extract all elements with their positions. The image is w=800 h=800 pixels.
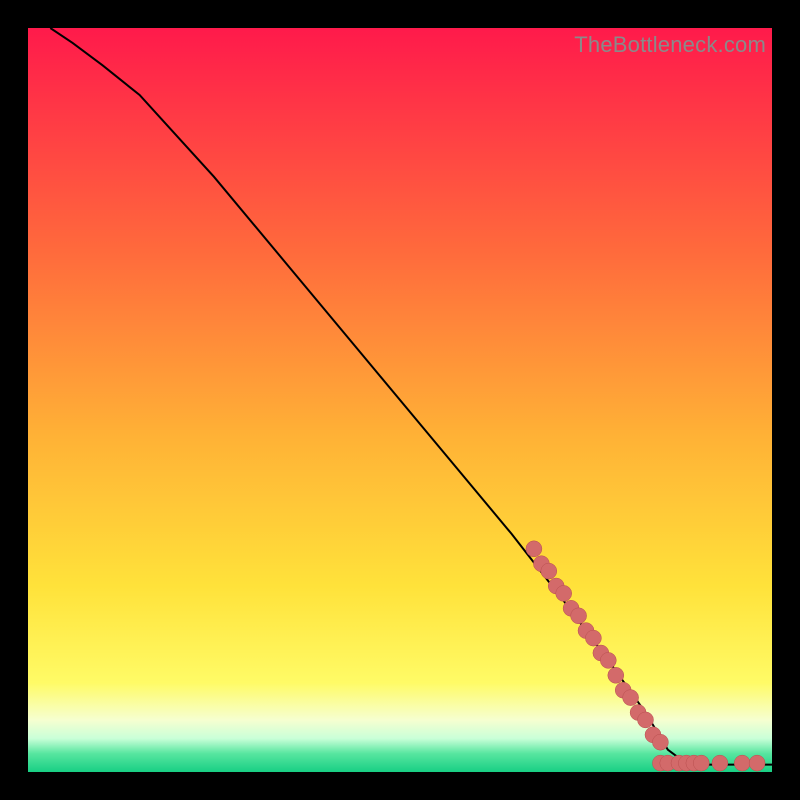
data-point xyxy=(608,667,624,683)
data-point xyxy=(541,563,557,579)
plot-area: TheBottleneck.com xyxy=(28,28,772,772)
data-point xyxy=(571,608,587,624)
data-point xyxy=(623,690,639,706)
data-point xyxy=(585,630,601,646)
data-point xyxy=(693,755,709,771)
data-point xyxy=(556,585,572,601)
chart-frame: TheBottleneck.com xyxy=(0,0,800,800)
data-point xyxy=(734,755,750,771)
data-point xyxy=(652,734,668,750)
data-point xyxy=(600,652,616,668)
data-point xyxy=(638,712,654,728)
main-curve xyxy=(50,28,772,765)
chart-overlay xyxy=(28,28,772,772)
scatter-flat xyxy=(652,755,765,771)
data-point xyxy=(749,755,765,771)
watermark-text: TheBottleneck.com xyxy=(574,32,766,58)
data-point xyxy=(712,755,728,771)
data-point xyxy=(526,541,542,557)
